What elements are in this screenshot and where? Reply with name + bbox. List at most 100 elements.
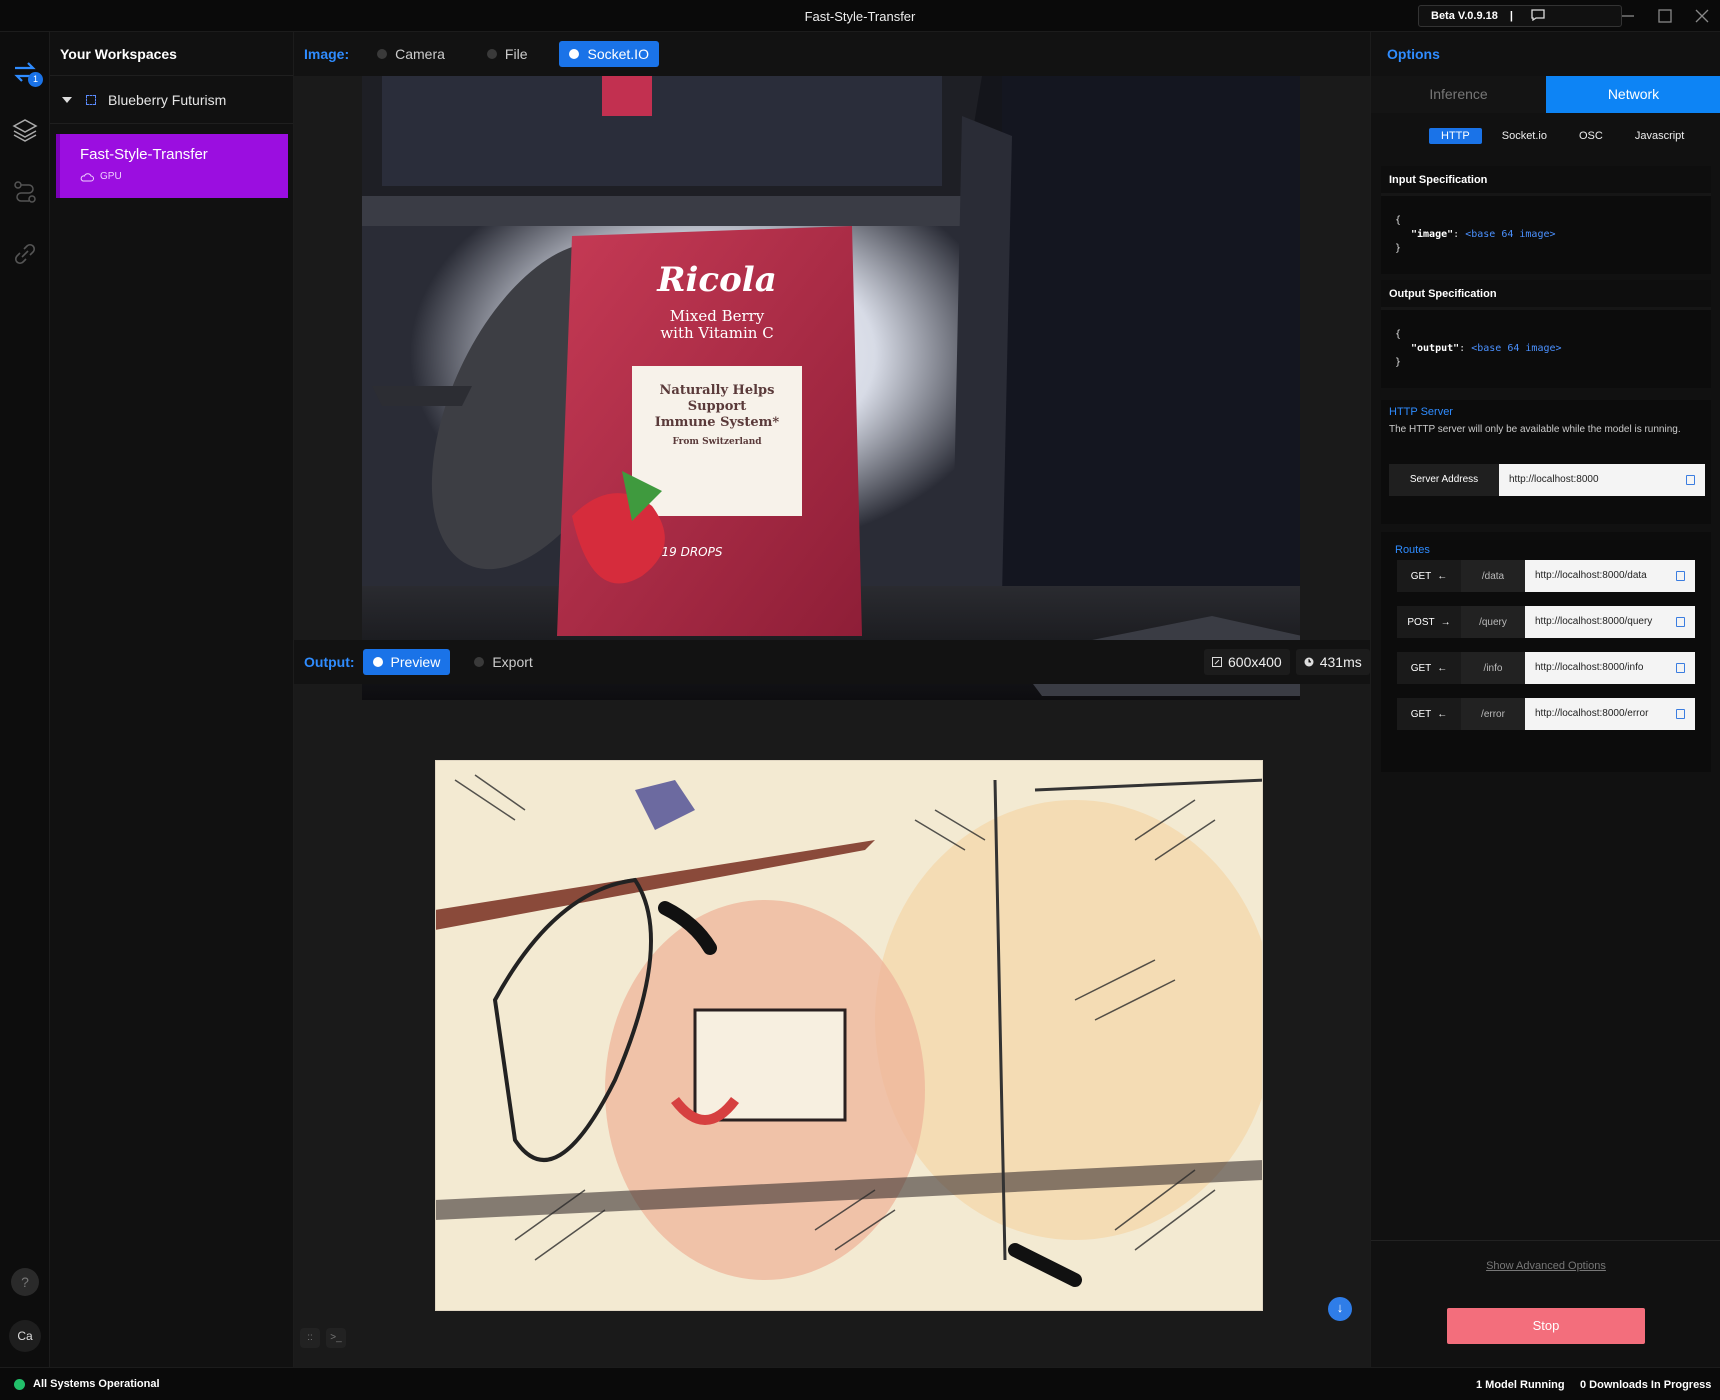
- output-spec-code: { "output": <base 64 image> }: [1381, 310, 1711, 388]
- close-icon[interactable]: [1692, 6, 1712, 26]
- segment-inference[interactable]: Inference: [1371, 76, 1546, 113]
- bag-line-2: with Vitamin C: [660, 324, 773, 342]
- copy-icon[interactable]: [1676, 617, 1685, 627]
- download-output-button[interactable]: ↓: [1328, 1297, 1352, 1321]
- help-icon[interactable]: ?: [11, 1268, 39, 1296]
- system-status: All Systems Operational: [14, 1378, 160, 1390]
- input-spec-close: }: [1395, 243, 1402, 254]
- route-url: http://localhost:8000/data: [1535, 570, 1647, 581]
- file-icon: [486, 49, 497, 59]
- output-spec-card: Output Specification { "output": <base 6…: [1381, 280, 1711, 388]
- models-running: 1 Model Running: [1476, 1379, 1565, 1391]
- subtab-http[interactable]: HTTP: [1429, 128, 1482, 144]
- avatar[interactable]: Ca: [9, 1320, 41, 1352]
- layers-icon[interactable]: [11, 116, 39, 144]
- latency-chip: 431ms: [1295, 649, 1370, 675]
- route-url: http://localhost:8000/info: [1535, 662, 1644, 673]
- workspace-panel: Your Workspaces Blueberry Futurism Fast-…: [50, 32, 294, 1367]
- stop-button[interactable]: Stop: [1447, 1308, 1645, 1344]
- route-path: /query: [1461, 606, 1525, 638]
- copy-icon[interactable]: [1676, 571, 1685, 581]
- minimize-icon[interactable]: [1618, 6, 1638, 26]
- version-separator: |: [1509, 10, 1513, 22]
- server-address-field[interactable]: http://localhost:8000: [1499, 464, 1705, 496]
- output-label: Output:: [304, 654, 355, 670]
- route-url: http://localhost:8000/query: [1535, 616, 1653, 627]
- subtab-osc[interactable]: OSC: [1567, 128, 1615, 144]
- title-bar: Fast-Style-Transfer Beta V.0.9.18 |: [0, 0, 1720, 32]
- preview-button[interactable]: Preview: [362, 649, 451, 675]
- copy-icon[interactable]: [1676, 663, 1685, 673]
- route-row: GET ← /error http://localhost:8000/error: [1397, 698, 1695, 730]
- camera-icon: [377, 49, 388, 59]
- export-button[interactable]: Export: [464, 649, 542, 675]
- resolution-chip: 600x400: [1204, 649, 1290, 675]
- server-address-label: Server Address: [1389, 464, 1499, 496]
- route-row: GET ← /info http://localhost:8000/info: [1397, 652, 1695, 684]
- download-icon: [474, 657, 485, 667]
- route-url-field[interactable]: http://localhost:8000/data: [1525, 560, 1695, 592]
- image-toolbar: Image: Camera File Socket.IO: [294, 32, 1370, 76]
- options-panel: Options Inference Network HTTP Socket.io…: [1370, 32, 1720, 1367]
- system-status-label: All Systems Operational: [33, 1378, 160, 1390]
- options-footer-divider: [1371, 1240, 1720, 1241]
- output-stats: 600x400 431ms: [1204, 649, 1370, 675]
- http-server-card: HTTP Server The HTTP server will only be…: [1381, 400, 1711, 524]
- latency-value: 431ms: [1319, 654, 1362, 670]
- copy-icon[interactable]: [1686, 475, 1695, 485]
- bag-origin: From Switzerland: [672, 437, 762, 447]
- pipeline-icon[interactable]: [11, 178, 39, 206]
- version-label: Beta V.0.9.18: [1431, 10, 1498, 22]
- feedback-icon[interactable]: [1531, 8, 1545, 24]
- socketio-icon: [569, 49, 580, 59]
- icon-rail: 1 ? Ca: [0, 32, 50, 1367]
- output-spec-line: "output": <base 64 image>: [1411, 343, 1562, 354]
- output-spec-close: }: [1395, 357, 1402, 368]
- tab-file-label: File: [504, 46, 528, 62]
- input-spec-value: <base 64 image>: [1465, 229, 1556, 240]
- output-spec-open: {: [1395, 329, 1402, 340]
- route-url-field[interactable]: http://localhost:8000/query: [1525, 606, 1695, 638]
- copy-icon[interactable]: [1676, 709, 1685, 719]
- tab-socketio[interactable]: Socket.IO: [559, 41, 659, 67]
- bag-claim-2: Support: [688, 399, 747, 414]
- route-method: GET ←: [1397, 698, 1461, 730]
- workspace-item[interactable]: Blueberry Futurism: [50, 76, 293, 124]
- tab-socketio-label: Socket.IO: [587, 46, 649, 62]
- tab-file[interactable]: File: [477, 41, 538, 67]
- link-icon[interactable]: [11, 240, 39, 268]
- terminal-icon[interactable]: >_: [326, 1328, 346, 1348]
- route-method: GET ←: [1397, 560, 1461, 592]
- maximize-icon[interactable]: [1655, 6, 1675, 26]
- subtab-javascript[interactable]: Javascript: [1623, 128, 1697, 144]
- chevron-down-icon[interactable]: [62, 96, 72, 103]
- status-bar: All Systems Operational 1 Model Running …: [0, 1367, 1720, 1400]
- bag-brand: Ricola: [656, 260, 777, 300]
- route-method: GET ←: [1397, 652, 1461, 684]
- segment-network[interactable]: Network: [1546, 76, 1720, 113]
- route-row: POST → /query http://localhost:8000/query: [1397, 606, 1695, 638]
- input-spec-line: "image": <base 64 image>: [1411, 229, 1556, 240]
- output-image: [435, 760, 1263, 1311]
- input-spec-title: Input Specification: [1381, 166, 1711, 196]
- clock-icon: [1304, 657, 1314, 667]
- output-spec-key: "output": [1411, 343, 1460, 354]
- route-url-field[interactable]: http://localhost:8000/error: [1525, 698, 1695, 730]
- tab-camera[interactable]: Camera: [367, 41, 455, 67]
- subtab-socketio[interactable]: Socket.io: [1490, 128, 1559, 144]
- model-card[interactable]: Fast-Style-Transfer GPU: [56, 134, 288, 198]
- preview-label: Preview: [390, 654, 441, 670]
- route-method: POST →: [1397, 606, 1461, 638]
- workspace-icon: [86, 94, 96, 105]
- routes-title: Routes: [1395, 544, 1430, 556]
- show-advanced-options-link[interactable]: Show Advanced Options: [1371, 1260, 1720, 1272]
- input-image: Ricola Mixed Berry with Vitamin C Natura…: [362, 76, 1300, 700]
- route-path: /error: [1461, 698, 1525, 730]
- model-name: Fast-Style-Transfer: [80, 146, 208, 163]
- grid-icon[interactable]: ::: [300, 1328, 320, 1348]
- bag-claim-3: Immune System*: [655, 415, 780, 430]
- main-area: Image: Camera File Socket.IO Ricola Mixe…: [294, 32, 1370, 1367]
- route-url-field[interactable]: http://localhost:8000/info: [1525, 652, 1695, 684]
- version-box: Beta V.0.9.18 |: [1418, 5, 1622, 27]
- model-runtime: GPU: [80, 171, 268, 182]
